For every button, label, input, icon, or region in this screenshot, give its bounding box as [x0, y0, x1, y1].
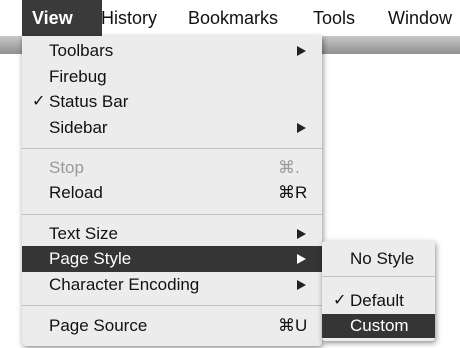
submenu-item-label: Custom — [350, 316, 409, 335]
menu-item-label: Stop — [49, 158, 84, 177]
menubar-window[interactable]: Window — [388, 0, 452, 36]
submenu-arrow-icon — [297, 123, 306, 133]
submenu-item-no-style[interactable]: No Style — [322, 247, 435, 271]
menu-item-toolbars[interactable]: Toolbars — [22, 38, 322, 64]
menu-item-label: Reload — [49, 183, 103, 202]
menu-item-reload[interactable]: Reload ⌘R — [22, 180, 322, 206]
menu-item-status-bar[interactable]: ✓ Status Bar — [22, 89, 322, 115]
menu-item-label: Firebug — [49, 67, 107, 86]
menu-item-stop: Stop ⌘. — [22, 155, 322, 181]
submenu-separator — [322, 276, 435, 277]
submenu-arrow-icon — [297, 280, 306, 290]
submenu-item-default[interactable]: ✓ Default — [322, 289, 435, 313]
checkmark-icon: ✓ — [333, 292, 347, 309]
menu-separator — [22, 214, 322, 215]
menu-item-page-style[interactable]: Page Style — [22, 246, 322, 272]
menu-item-page-source[interactable]: Page Source ⌘U — [22, 313, 322, 339]
menu-item-label: Toolbars — [49, 41, 114, 60]
menu-item-sidebar[interactable]: Sidebar — [22, 115, 322, 141]
menu-item-label: Page Style — [49, 249, 132, 268]
menubar-view[interactable]: View — [22, 0, 102, 36]
submenu-item-label: Default — [350, 291, 404, 310]
menu-item-label: Page Source — [49, 316, 148, 335]
shortcut-label: ⌘U — [278, 316, 308, 335]
submenu-arrow-icon — [297, 46, 306, 56]
menu-separator — [22, 148, 322, 149]
menu-item-label: Status Bar — [49, 92, 129, 111]
submenu-arrow-icon — [297, 254, 306, 264]
menu-item-firebug[interactable]: Firebug — [22, 64, 322, 90]
menu-separator — [22, 305, 322, 306]
view-menu: Toolbars Firebug ✓ Status Bar Sidebar St… — [22, 36, 322, 346]
menu-item-label: Text Size — [49, 224, 118, 243]
page-style-submenu: No Style ✓ Default Custom — [322, 241, 435, 341]
menu-item-character-encoding[interactable]: Character Encoding — [22, 272, 322, 298]
submenu-item-label: No Style — [350, 249, 415, 268]
menubar-history[interactable]: History — [101, 0, 157, 36]
shortcut-label: ⌘. — [278, 158, 300, 177]
menu-item-text-size[interactable]: Text Size — [22, 221, 322, 247]
submenu-arrow-icon — [297, 229, 306, 239]
submenu-item-custom[interactable]: Custom — [322, 314, 435, 338]
menu-bar: View History Bookmarks Tools Window — [0, 0, 460, 36]
shortcut-label: ⌘R — [278, 183, 308, 202]
checkmark-icon: ✓ — [32, 93, 46, 110]
menubar-tools[interactable]: Tools — [313, 0, 355, 36]
menu-item-label: Sidebar — [49, 118, 108, 137]
menu-item-label: Character Encoding — [49, 275, 200, 294]
menubar-bookmarks[interactable]: Bookmarks — [188, 0, 278, 36]
